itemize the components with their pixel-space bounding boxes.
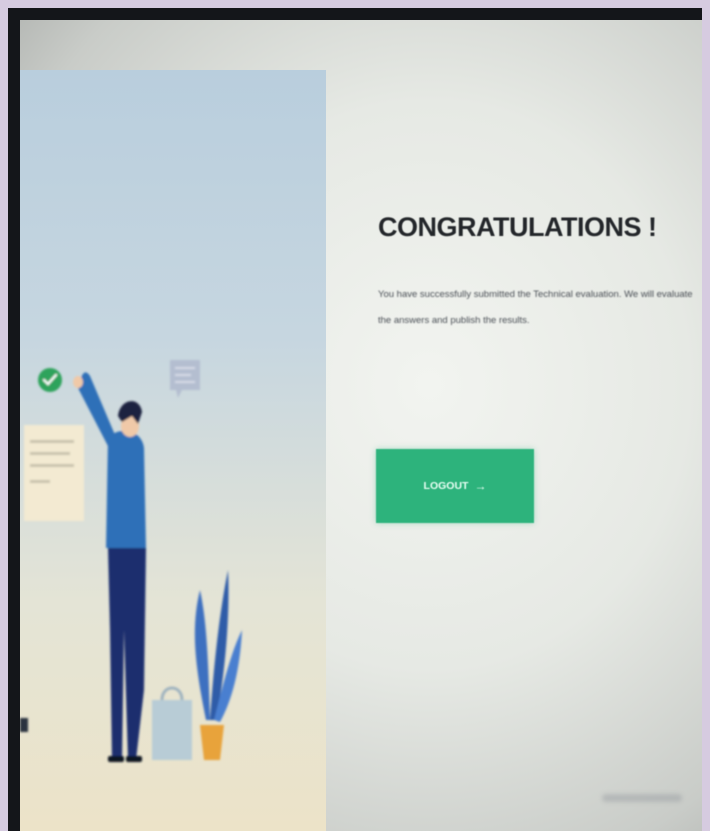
submission-message: You have successfully submitted the Tech… xyxy=(378,289,693,326)
check-circle-icon xyxy=(38,368,62,392)
task-card-line xyxy=(30,480,50,483)
task-card-line xyxy=(30,464,74,467)
bag-illustration xyxy=(152,686,192,760)
monitor-bezel: CONGRATULATIONS ! You have successfully … xyxy=(8,8,702,831)
congratulations-heading: CONGRATULATIONS ! xyxy=(378,212,657,242)
logout-button[interactable]: LOGOUT → xyxy=(376,449,534,523)
logout-label: LOGOUT xyxy=(423,480,469,492)
success-illustration xyxy=(20,360,242,762)
arrow-right-icon: → xyxy=(474,479,487,493)
footer-text-blur xyxy=(602,794,682,802)
edge-object xyxy=(20,718,28,732)
illustration-panel xyxy=(20,70,326,831)
speech-bubble-icon xyxy=(170,360,200,398)
task-card-line xyxy=(30,440,74,443)
task-card xyxy=(24,425,84,521)
plant-illustration xyxy=(194,570,242,760)
task-card-line xyxy=(30,452,70,455)
screen: CONGRATULATIONS ! You have successfully … xyxy=(20,20,702,831)
